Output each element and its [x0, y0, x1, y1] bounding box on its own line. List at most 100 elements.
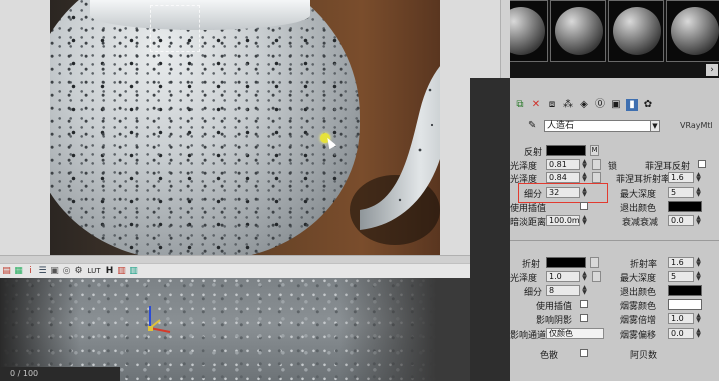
refr-use-interp-checkbox[interactable] — [580, 300, 588, 308]
fog-bias-label: 烟雾偏移 — [620, 331, 657, 341]
fog-mult-spinner[interactable]: ▲ ▼ — [695, 313, 702, 324]
max-depth-spinner[interactable]: ▲ ▼ — [695, 187, 702, 198]
refr-subdivs-field[interactable]: 8 — [546, 285, 580, 296]
hilight-gloss-spinner[interactable]: ▲ ▼ — [581, 159, 588, 170]
material-name-row: ✎ 人造石 ▼ VRayMtl — [510, 118, 719, 134]
reflect-label: 反射 — [524, 148, 543, 158]
reflect-color-swatch[interactable] — [546, 145, 586, 156]
hilight-gloss-field[interactable]: 0.81 — [546, 159, 580, 170]
fresnel-label: 菲涅耳反射 — [645, 162, 691, 172]
fresnel-ior-spinner[interactable]: ▲ ▼ — [695, 172, 702, 183]
sample-slots: › — [510, 0, 719, 78]
chevron-right-icon[interactable]: › — [706, 64, 718, 76]
material-id-icon[interactable]: ⓪ — [594, 99, 606, 111]
rendered-image[interactable] — [50, 0, 440, 255]
hilight-gloss-map-button[interactable] — [592, 159, 601, 170]
render-toolbar: ▤ ▦ i ☰ ▣ ◎ ⚙ LUT H ▥ ▥ » — [0, 263, 510, 278]
affect-channels-select[interactable]: 仅颜色 — [546, 328, 604, 339]
ior-field[interactable]: 1.6 — [668, 257, 694, 268]
chevron-down-icon[interactable]: ▼ — [650, 120, 660, 132]
eyedropper-icon[interactable]: ✎ — [528, 120, 536, 131]
refr-exit-color-swatch[interactable] — [668, 285, 702, 296]
frame-counter: 0 / 100 — [0, 367, 120, 381]
dim-falloff-field[interactable]: 0.0 — [668, 215, 694, 226]
fresnel-ior-field[interactable]: 1.6 — [668, 172, 694, 183]
rgb-icon[interactable]: ▤ — [2, 266, 11, 276]
channel-icon[interactable]: ▥ — [129, 266, 138, 276]
copy-material-icon[interactable]: ⧈ — [546, 99, 558, 111]
clear-icon[interactable]: ☰ — [38, 266, 47, 276]
max-depth-field[interactable]: 5 — [668, 187, 694, 198]
fog-color-swatch[interactable] — [668, 299, 702, 310]
dim-falloff-label: 衰减衰减 — [622, 218, 659, 228]
teapot-spout — [360, 66, 440, 230]
refl-gloss-field[interactable]: 0.84 — [546, 172, 580, 183]
sample-slot-1[interactable] — [510, 0, 548, 62]
reflect-map-button[interactable]: M — [590, 145, 599, 156]
fog-bias-spinner[interactable]: ▲ ▼ — [695, 328, 702, 339]
refract-map-button[interactable] — [590, 257, 599, 268]
viewport[interactable] — [0, 278, 500, 381]
sample-slot-3[interactable] — [608, 0, 664, 62]
fog-mult-label: 烟雾倍增 — [620, 316, 657, 326]
show-map-icon[interactable]: ▣ — [610, 99, 622, 111]
delete-icon[interactable]: ✕ — [530, 99, 542, 111]
refr-gloss-field[interactable]: 1.0 — [546, 271, 580, 282]
go-parent-icon[interactable]: ✿ — [642, 99, 654, 111]
fog-bias-field[interactable]: 0.0 — [668, 328, 694, 339]
transform-gizmo[interactable] — [140, 300, 180, 340]
sample-slot-2[interactable] — [550, 0, 606, 62]
exit-color-swatch[interactable] — [668, 201, 702, 212]
copy-icon[interactable]: ◎ — [62, 266, 71, 276]
refract-label: 折射 — [522, 260, 541, 270]
dim-falloff-spinner[interactable]: ▲ ▼ — [695, 215, 702, 226]
preview-icon[interactable]: ▣ — [50, 266, 59, 276]
exit-color-label: 退出颜色 — [620, 204, 657, 214]
material-toolbar: ⧉ ✕ ⧈ ⁂ ◈ ⓪ ▣ ▮ ✿ — [510, 96, 719, 114]
teapot-lid — [90, 0, 310, 30]
refract-color-swatch[interactable] — [546, 257, 586, 268]
stereo-icon[interactable]: ▥ — [117, 266, 126, 276]
ior-label: 折射率 — [630, 260, 658, 270]
subdivs-field[interactable]: 32 — [546, 187, 580, 198]
material-name-field[interactable]: 人造石 — [544, 120, 658, 132]
dim-distance-spinner[interactable]: ▲ ▼ — [581, 215, 588, 226]
fog-mult-field[interactable]: 1.0 — [668, 313, 694, 324]
unique-icon[interactable]: ⁂ — [562, 99, 574, 111]
affect-channels-label: 影响通道 — [510, 331, 547, 341]
fresnel-checkbox[interactable] — [698, 160, 706, 168]
sample-sphere — [613, 7, 661, 55]
render-frame-window[interactable]: ▤ ▦ i ☰ ▣ ◎ ⚙ LUT H ▥ ▥ » — [0, 0, 511, 278]
material-editor[interactable]: › ⧉ ✕ ⧈ ⁂ ◈ ⓪ ▣ ▮ ✿ ✎ 人造石 ▼ VRayMtl 反射 M… — [510, 0, 719, 381]
ior-spinner[interactable]: ▲ ▼ — [695, 257, 702, 268]
h-icon[interactable]: H — [105, 266, 114, 276]
refr-gloss-map-button[interactable] — [592, 271, 601, 282]
refl-gloss-map-button[interactable] — [592, 172, 601, 183]
refr-exit-color-label: 退出颜色 — [620, 288, 657, 298]
show-end-result-icon[interactable]: ▮ — [626, 99, 638, 111]
material-type-button[interactable]: VRayMtl — [680, 121, 713, 130]
dispersion-checkbox[interactable] — [580, 349, 588, 357]
use-interp-checkbox[interactable] — [580, 202, 588, 210]
refr-max-depth-label: 最大深度 — [620, 274, 657, 284]
assign-material-icon[interactable]: ⧉ — [514, 99, 526, 111]
sample-sphere — [555, 7, 603, 55]
subdivs-spinner[interactable]: ▲ ▼ — [581, 187, 588, 198]
refr-max-depth-spinner[interactable]: ▲ ▼ — [695, 271, 702, 282]
affect-shadows-checkbox[interactable] — [580, 314, 588, 322]
sample-slot-4[interactable] — [666, 0, 719, 62]
region-selection-box[interactable] — [150, 5, 200, 52]
teapot-body — [50, 0, 360, 255]
refr-use-interp-label: 使用插值 — [536, 302, 573, 312]
refr-gloss-spinner[interactable]: ▲ ▼ — [581, 271, 588, 282]
refl-gloss-spinner[interactable]: ▲ ▼ — [581, 172, 588, 183]
sample-sphere — [510, 7, 545, 55]
refr-subdivs-spinner[interactable]: ▲ ▼ — [581, 285, 588, 296]
lut-icon[interactable]: LUT — [86, 267, 102, 276]
save-icon[interactable]: ⚙ — [74, 266, 83, 276]
info-icon[interactable]: i — [26, 266, 35, 276]
refr-max-depth-field[interactable]: 5 — [668, 271, 694, 282]
put-library-icon[interactable]: ◈ — [578, 99, 590, 111]
alpha-icon[interactable]: ▦ — [14, 266, 23, 276]
dim-distance-field[interactable]: 100.0m — [546, 215, 580, 226]
